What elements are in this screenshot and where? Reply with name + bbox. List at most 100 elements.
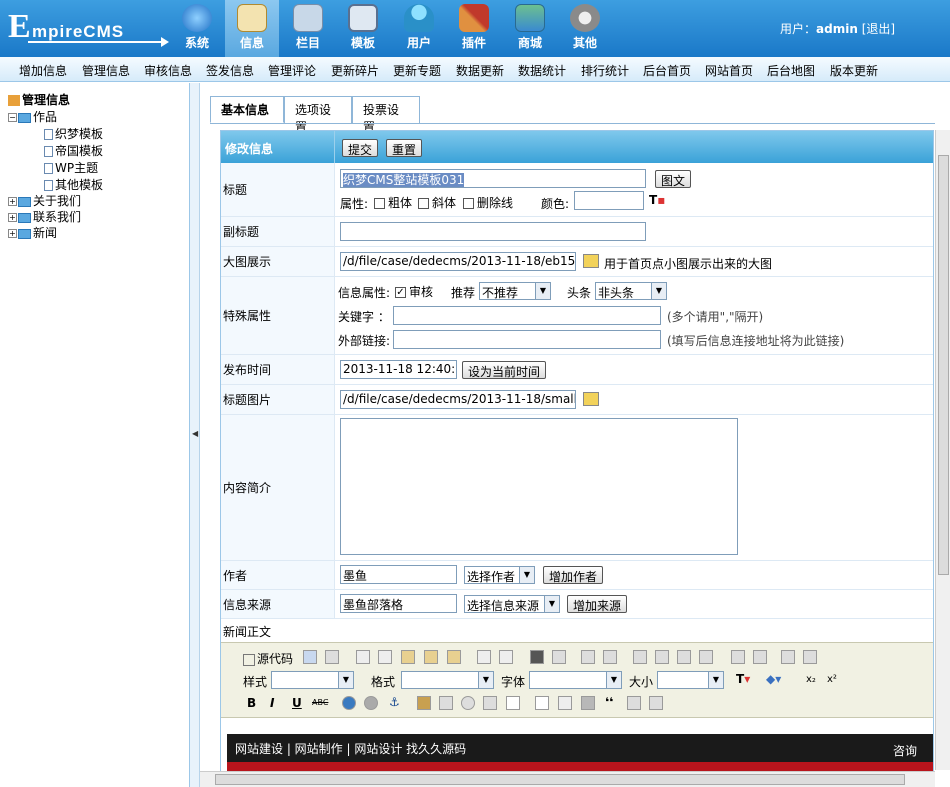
italic-button[interactable]: I	[270, 696, 274, 710]
subtitle-input[interactable]	[340, 222, 646, 241]
paste-text-icon[interactable]	[424, 650, 438, 664]
tab-options[interactable]: 选项设置	[284, 96, 352, 134]
source-input[interactable]: 墨鱼部落格	[340, 594, 457, 613]
image-icon[interactable]	[417, 696, 431, 710]
expand-icon[interactable]: +	[8, 197, 17, 206]
tree-leaf-empire[interactable]: 帝国模板	[44, 142, 103, 159]
image-select-icon[interactable]	[583, 392, 599, 406]
nav-column[interactable]: 栏目	[281, 0, 335, 57]
pagebreak-icon[interactable]	[627, 696, 641, 710]
keyword-input[interactable]	[393, 306, 661, 325]
pubtime-input[interactable]: 2013-11-18 12:40:20	[340, 360, 457, 379]
bg-color-icon[interactable]: ◆▾	[766, 672, 781, 686]
audit-checkbox[interactable]: ✓ 审核	[393, 283, 433, 300]
nav-other[interactable]: 其他	[558, 0, 612, 57]
box-icon[interactable]	[581, 696, 595, 710]
hr-icon[interactable]	[558, 696, 572, 710]
tree-node-contact[interactable]: + 联系我们	[8, 208, 81, 225]
paste-icon[interactable]	[401, 650, 415, 664]
ordered-list-icon[interactable]	[781, 650, 795, 664]
nav-shop[interactable]: 商城	[503, 0, 557, 57]
bold-button[interactable]: B	[247, 696, 256, 710]
menu-manage-comments[interactable]: 管理评论	[268, 62, 316, 79]
size-select[interactable]: ▼	[657, 671, 724, 689]
menu-sign-info[interactable]: 签发信息	[206, 62, 254, 79]
menu-update-fragments[interactable]: 更新碎片	[331, 62, 379, 79]
anchor-icon[interactable]: ⚓	[389, 695, 400, 709]
align-left-icon[interactable]	[633, 650, 647, 664]
expand-icon[interactable]: +	[8, 229, 17, 238]
eraser-icon[interactable]	[603, 650, 617, 664]
italic-checkbox[interactable]: 斜体	[416, 194, 456, 211]
copy-icon[interactable]	[378, 650, 392, 664]
unlink-icon[interactable]	[364, 696, 378, 710]
author-select[interactable]: 选择作者 ▼	[464, 566, 535, 584]
scroll-thumb[interactable]	[938, 155, 949, 575]
tree-node-works[interactable]: − 作品	[8, 108, 57, 125]
menu-update-topics[interactable]: 更新专题	[393, 62, 441, 79]
intro-textarea[interactable]	[340, 418, 738, 555]
menu-rank-stats[interactable]: 排行统计	[581, 62, 629, 79]
link-input[interactable]	[393, 330, 661, 349]
tab-basic-info[interactable]: 基本信息	[210, 96, 284, 123]
nav-system[interactable]: 系统	[170, 0, 224, 57]
headline-select[interactable]: 非头条 ▼	[595, 282, 667, 300]
media-icon[interactable]	[461, 696, 475, 710]
preview-icon[interactable]	[303, 650, 317, 664]
undo-icon[interactable]	[477, 650, 491, 664]
sidebar-splitter[interactable]: ◀	[190, 83, 200, 787]
tree-node-news[interactable]: + 新闻	[8, 224, 57, 241]
justify-icon[interactable]	[699, 650, 713, 664]
menu-data-stats[interactable]: 数据统计	[518, 62, 566, 79]
page-icon[interactable]	[506, 696, 520, 710]
tree-leaf-wp[interactable]: WP主题	[44, 159, 98, 176]
title-input[interactable]: 织梦CMS整站模板031	[340, 169, 646, 188]
reset-button[interactable]: 重置	[386, 139, 423, 157]
titlepic-input[interactable]: /d/file/case/dedecms/2013-11-18/smalleb1…	[340, 390, 576, 409]
recommend-select[interactable]: 不推荐 ▼	[479, 282, 551, 300]
logout-link[interactable]: [退出]	[862, 22, 895, 36]
submit-button[interactable]: 提交	[342, 139, 379, 157]
text-color-icon[interactable]: T▾	[736, 672, 750, 686]
tree-root[interactable]: 管理信息	[8, 91, 70, 108]
find-icon[interactable]	[530, 650, 544, 664]
cut-icon[interactable]	[356, 650, 370, 664]
color-picker-icon[interactable]: T▪	[649, 193, 665, 207]
font-select[interactable]: ▼	[529, 671, 622, 689]
file-icon[interactable]	[483, 696, 497, 710]
tab-vote[interactable]: 投票设置	[352, 96, 420, 134]
collapse-arrow-icon[interactable]: ◀	[192, 429, 198, 438]
vertical-scrollbar[interactable]	[935, 130, 950, 770]
select-all-icon[interactable]	[581, 650, 595, 664]
author-input[interactable]: 墨鱼	[340, 565, 457, 584]
set-now-button[interactable]: 设为当前时间	[462, 361, 547, 379]
tree-leaf-dede[interactable]: 织梦模板	[44, 125, 103, 142]
menu-audit-info[interactable]: 审核信息	[144, 62, 192, 79]
tree-node-about[interactable]: + 关于我们	[8, 192, 81, 209]
add-source-button[interactable]: 增加来源	[567, 595, 628, 613]
tuwen-button[interactable]: 图文	[655, 170, 692, 188]
flash-icon[interactable]	[439, 696, 453, 710]
strike-checkbox[interactable]: 删除线	[461, 194, 513, 211]
tree-leaf-other[interactable]: 其他模板	[44, 176, 103, 193]
nav-template[interactable]: 模板	[336, 0, 390, 57]
unordered-list-icon[interactable]	[803, 650, 817, 664]
scroll-thumb[interactable]	[215, 774, 905, 785]
menu-version-update[interactable]: 版本更新	[830, 62, 878, 79]
nav-user[interactable]: 用户	[392, 0, 446, 57]
bigimg-input[interactable]: /d/file/case/dedecms/2013-11-18/eb153952	[340, 252, 576, 271]
nav-info[interactable]: 信息	[225, 0, 279, 57]
link-icon[interactable]	[342, 696, 356, 710]
outdent-icon[interactable]	[731, 650, 745, 664]
color-input[interactable]	[574, 191, 644, 210]
quote-icon[interactable]: ❛❛	[605, 695, 613, 709]
replace-icon[interactable]	[552, 650, 566, 664]
superscript-button[interactable]: x²	[827, 674, 837, 685]
indent-icon[interactable]	[753, 650, 767, 664]
style-select[interactable]: ▼	[271, 671, 354, 689]
subscript-button[interactable]: x₂	[806, 674, 816, 685]
menu-add-info[interactable]: 增加信息	[19, 62, 67, 79]
menu-data-update[interactable]: 数据更新	[456, 62, 504, 79]
menu-site-home[interactable]: 网站首页	[705, 62, 753, 79]
bold-checkbox[interactable]: 粗体	[372, 194, 412, 211]
